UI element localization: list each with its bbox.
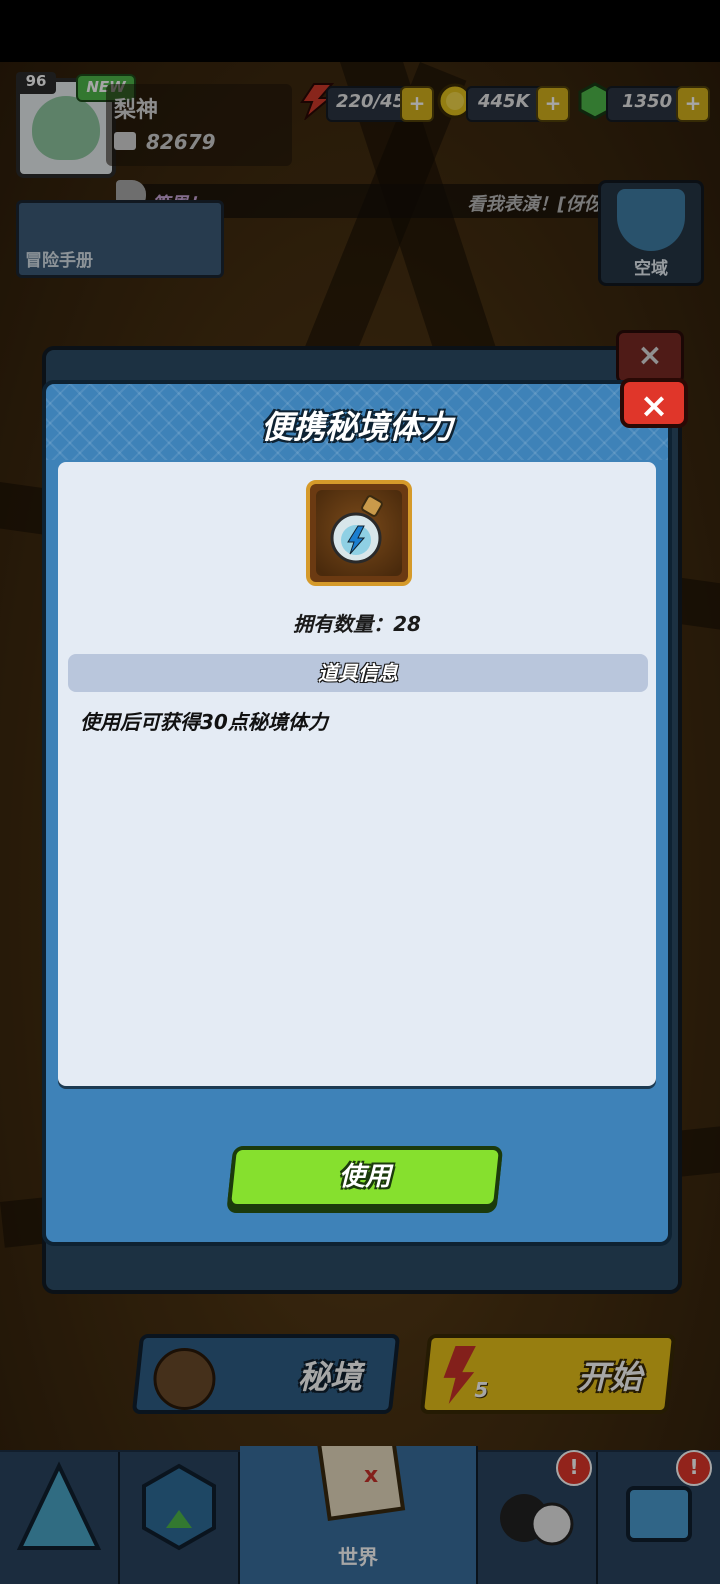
use-button[interactable]: 使用 bbox=[226, 1146, 504, 1208]
owned-count: 拥有数量：28 bbox=[293, 612, 421, 636]
item-detail-content: 拥有数量：28 道具信息 使用后可获得30点秘境体力 bbox=[58, 462, 656, 1086]
item-icon-frame bbox=[306, 480, 412, 586]
item-icon-background bbox=[316, 490, 402, 576]
close-button[interactable]: × bbox=[620, 378, 688, 428]
dialog-title: 便携秘境体力 bbox=[260, 408, 453, 446]
item-description: 使用后可获得30点秘境体力 bbox=[80, 710, 328, 734]
use-button-label: 使用 bbox=[338, 1162, 391, 1192]
status-bar bbox=[0, 0, 720, 62]
stamina-potion-icon bbox=[330, 495, 383, 564]
item-info-header: 道具信息 bbox=[68, 654, 648, 692]
item-info-header-label: 道具信息 bbox=[318, 661, 398, 685]
